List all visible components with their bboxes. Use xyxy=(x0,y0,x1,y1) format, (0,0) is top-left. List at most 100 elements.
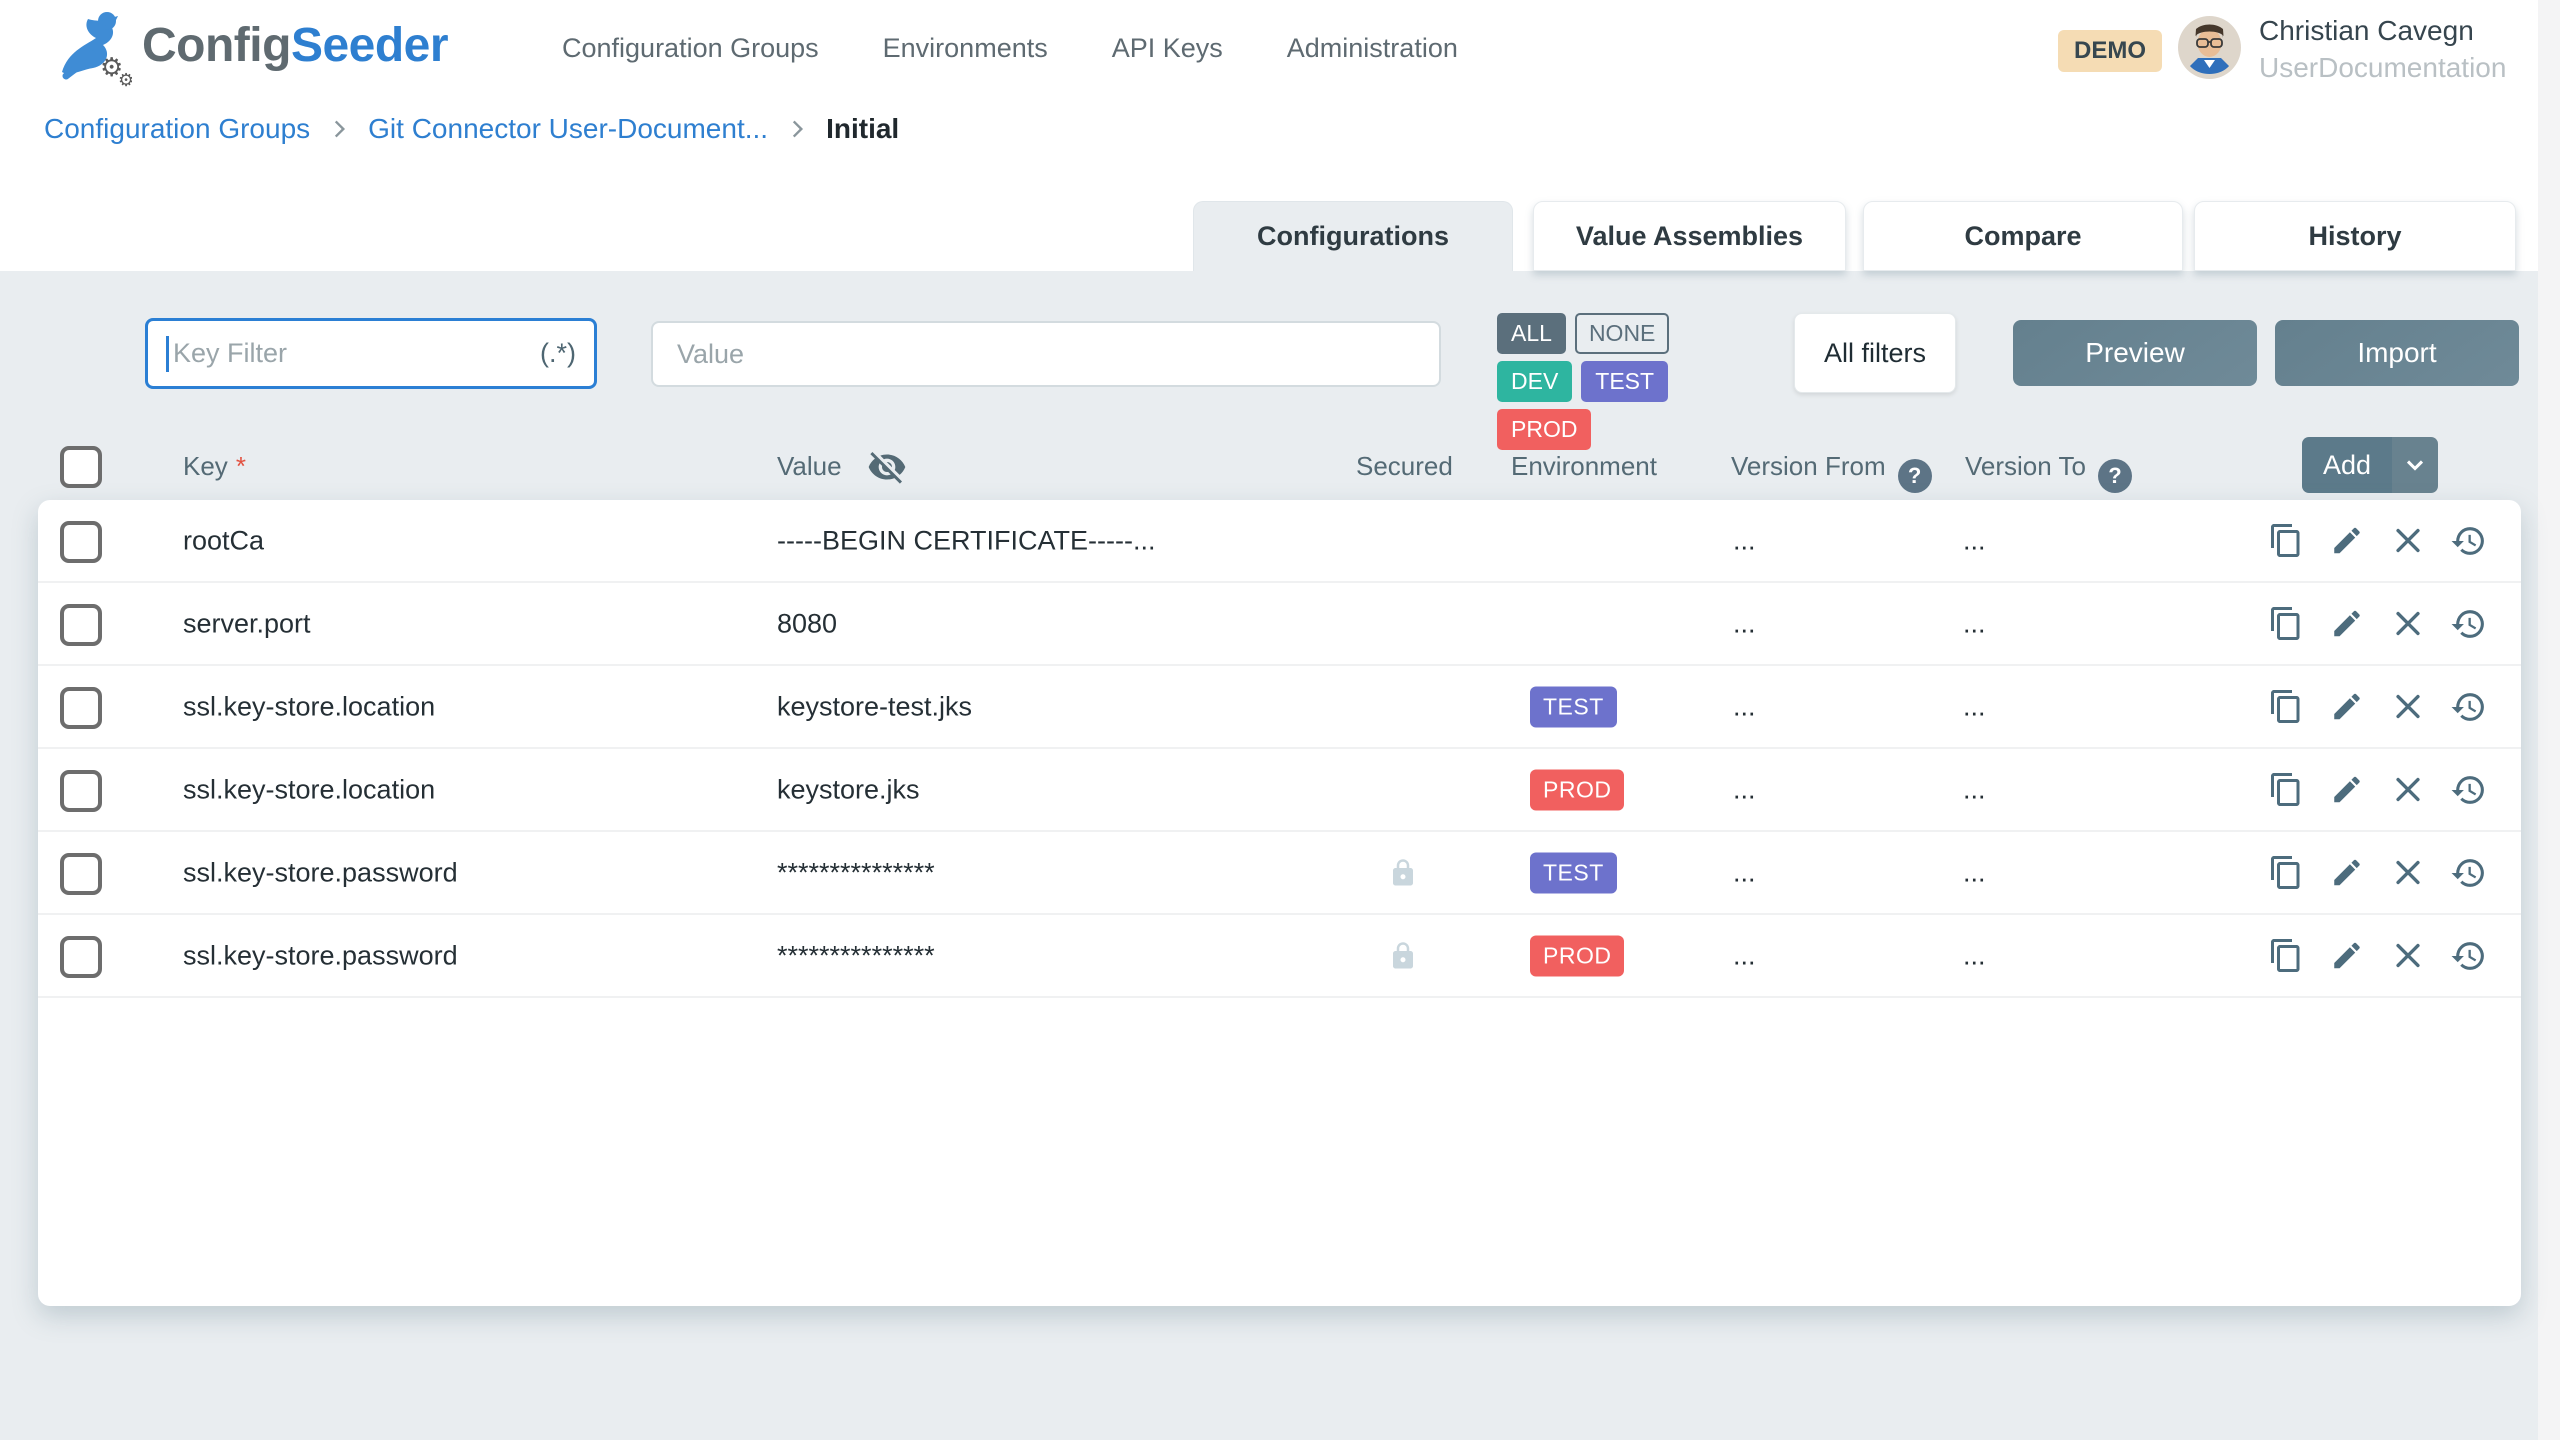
edit-icon[interactable] xyxy=(2328,605,2365,642)
row-checkbox[interactable] xyxy=(60,770,102,812)
history-icon[interactable] xyxy=(2450,771,2487,808)
row-value: keystore.jks xyxy=(777,774,920,805)
row-checkbox[interactable] xyxy=(60,853,102,895)
copy-icon[interactable] xyxy=(2267,605,2304,642)
preview-button[interactable]: Preview xyxy=(2013,320,2257,386)
nav-item-administration[interactable]: Administration xyxy=(1287,33,1458,64)
column-key: Key* xyxy=(183,451,246,482)
logo-part-config: Config xyxy=(142,19,291,72)
delete-icon[interactable] xyxy=(2389,771,2426,808)
app-logo[interactable]: ConfigSeeder xyxy=(142,18,448,73)
table-row: rootCa -----BEGIN CERTIFICATE-----... ..… xyxy=(38,500,2521,583)
row-actions xyxy=(2267,605,2487,642)
row-value: 8080 xyxy=(777,608,837,639)
chevron-right-icon xyxy=(326,116,352,142)
environment-chip-dev[interactable]: DEV xyxy=(1497,361,1572,402)
row-key: ssl.key-store.location xyxy=(183,691,435,722)
edit-icon[interactable] xyxy=(2328,688,2365,725)
help-icon[interactable]: ? xyxy=(2098,459,2132,493)
copy-icon[interactable] xyxy=(2267,771,2304,808)
row-value: -----BEGIN CERTIFICATE-----... xyxy=(777,525,1155,556)
environment-badge: TEST xyxy=(1530,852,1617,893)
row-version-from: ... xyxy=(1733,691,1756,722)
history-icon[interactable] xyxy=(2450,522,2487,559)
table-row: server.port 8080 ... ... xyxy=(38,583,2521,666)
row-value: *************** xyxy=(777,940,935,971)
import-button[interactable]: Import xyxy=(2275,320,2519,386)
row-checkbox[interactable] xyxy=(60,521,102,563)
add-button-label: Add xyxy=(2302,437,2392,493)
breadcrumb: Configuration Groups Git Connector User-… xyxy=(44,104,899,154)
row-actions xyxy=(2267,688,2487,725)
row-key: server.port xyxy=(183,608,311,639)
row-version-from: ... xyxy=(1733,525,1756,556)
row-version-to: ... xyxy=(1963,940,1986,971)
text-cursor xyxy=(166,336,169,372)
edit-icon[interactable] xyxy=(2328,771,2365,808)
required-asterisk: * xyxy=(236,451,246,481)
chevron-right-icon xyxy=(784,116,810,142)
scrollbar[interactable] xyxy=(2538,0,2560,1440)
add-button[interactable]: Add xyxy=(2302,437,2438,493)
breadcrumb-current: Initial xyxy=(826,113,899,145)
help-icon[interactable]: ? xyxy=(1898,459,1932,493)
tab-value-assemblies[interactable]: Value Assemblies xyxy=(1533,201,1846,271)
svg-text:⚙: ⚙ xyxy=(118,70,132,88)
delete-icon[interactable] xyxy=(2389,605,2426,642)
copy-icon[interactable] xyxy=(2267,688,2304,725)
environment-chip-test[interactable]: TEST xyxy=(1581,361,1668,402)
app-window: ⚙ ⚙ ConfigSeeder Configuration Groups En… xyxy=(0,0,2560,1440)
row-checkbox[interactable] xyxy=(60,936,102,978)
row-checkbox[interactable] xyxy=(60,687,102,729)
all-filters-button[interactable]: All filters xyxy=(1794,313,1956,393)
column-value: Value xyxy=(777,451,842,482)
row-version-to: ... xyxy=(1963,691,1986,722)
configseeder-logo-icon: ⚙ ⚙ xyxy=(52,10,132,88)
delete-icon[interactable] xyxy=(2389,937,2426,974)
select-all-checkbox[interactable] xyxy=(60,446,102,488)
environment-chip-none[interactable]: NONE xyxy=(1575,313,1669,354)
environment-chip-all[interactable]: ALL xyxy=(1497,313,1566,354)
history-icon[interactable] xyxy=(2450,688,2487,725)
edit-icon[interactable] xyxy=(2328,937,2365,974)
delete-icon[interactable] xyxy=(2389,688,2426,725)
edit-icon[interactable] xyxy=(2328,522,2365,559)
key-filter-input[interactable] xyxy=(171,337,530,370)
nav-item-api-keys[interactable]: API Keys xyxy=(1112,33,1223,64)
breadcrumb-link[interactable]: Configuration Groups xyxy=(44,113,310,145)
table-row: ssl.key-store.location keystore.jks PROD… xyxy=(38,749,2521,832)
copy-icon[interactable] xyxy=(2267,522,2304,559)
column-environment: Environment xyxy=(1511,451,1657,482)
nav-item-environments[interactable]: Environments xyxy=(883,33,1048,64)
row-version-to: ... xyxy=(1963,525,1986,556)
history-icon[interactable] xyxy=(2450,854,2487,891)
breadcrumb-link[interactable]: Git Connector User-Document... xyxy=(368,113,768,145)
avatar[interactable] xyxy=(2178,16,2241,79)
tab-compare[interactable]: Compare xyxy=(1863,201,2183,271)
row-checkbox[interactable] xyxy=(60,604,102,646)
copy-icon[interactable] xyxy=(2267,854,2304,891)
history-icon[interactable] xyxy=(2450,937,2487,974)
value-filter-field xyxy=(651,321,1441,387)
edit-icon[interactable] xyxy=(2328,854,2365,891)
user-tenant: UserDocumentation xyxy=(2259,49,2506,86)
chevron-down-icon[interactable] xyxy=(2392,437,2438,493)
user-info[interactable]: Christian Cavegn UserDocumentation xyxy=(2259,12,2506,86)
configurations-table: rootCa -----BEGIN CERTIFICATE-----... ..… xyxy=(38,500,2521,1306)
table-header: Key* Value Secured Environment Version F… xyxy=(0,437,2538,497)
delete-icon[interactable] xyxy=(2389,854,2426,891)
table-row: ssl.key-store.password *************** T… xyxy=(38,832,2521,915)
demo-badge: DEMO xyxy=(2058,30,2162,72)
value-filter-input[interactable] xyxy=(675,338,1417,371)
copy-icon[interactable] xyxy=(2267,937,2304,974)
table-row: ssl.key-store.location keystore-test.jks… xyxy=(38,666,2521,749)
tab-configurations[interactable]: Configurations xyxy=(1193,201,1513,271)
history-icon[interactable] xyxy=(2450,605,2487,642)
tab-history[interactable]: History xyxy=(2194,201,2516,271)
hide-values-icon[interactable] xyxy=(867,447,907,494)
environment-filter-chips: ALL NONE DEV TEST PROD xyxy=(1497,313,1737,450)
delete-icon[interactable] xyxy=(2389,522,2426,559)
nav-item-configuration-groups[interactable]: Configuration Groups xyxy=(562,33,819,64)
column-secured: Secured xyxy=(1356,451,1453,482)
row-version-from: ... xyxy=(1733,774,1756,805)
